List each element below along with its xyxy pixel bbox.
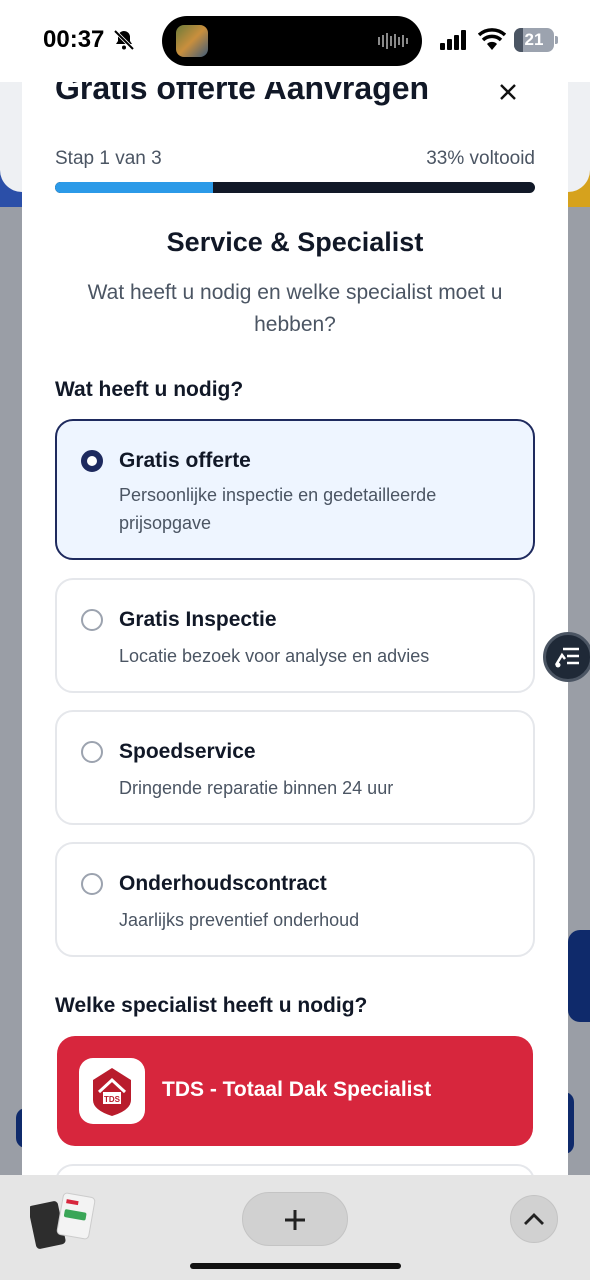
reader-list-icon (554, 647, 579, 668)
option-gratis-inspectie[interactable]: Gratis Inspectie Locatie bezoek voor ana… (55, 578, 535, 693)
tab-overview-icon[interactable] (28, 1191, 100, 1251)
chevron-up-icon (524, 1213, 544, 1225)
radio-button-selected[interactable] (81, 450, 103, 472)
now-playing-artwork (176, 25, 208, 57)
status-time: 00:37 (43, 26, 105, 53)
radio-button[interactable] (81, 609, 103, 631)
new-tab-button[interactable] (242, 1192, 348, 1246)
modal-title: Gratis offerte Aanvragen (55, 82, 430, 106)
svg-text:TDS: TDS (104, 1095, 121, 1104)
option-description: Jaarlijks preventief onderhoud (119, 910, 360, 930)
section-title: Service & Specialist (166, 227, 424, 257)
radio-button[interactable] (81, 873, 103, 895)
battery-icon: 21 (514, 28, 558, 52)
radio-button[interactable] (81, 741, 103, 763)
service-question-label: Wat heeft u nodig? (55, 378, 244, 401)
specialist-option-next[interactable] (55, 1164, 535, 1175)
progress-fill (55, 182, 214, 193)
specialist-question-label: Welke specialist heeft u nodig? (55, 994, 368, 1017)
tds-logo: TDS (79, 1058, 145, 1124)
background-card-right (568, 82, 590, 207)
quote-request-modal: Gratis offerte Aanvragen Stap 1 van 3 33… (22, 82, 568, 1175)
audio-wave-icon (378, 33, 408, 49)
bell-slash-icon (113, 29, 135, 51)
option-onderhoudscontract[interactable]: Onderhoudscontract Jaarlijks preventief … (55, 842, 535, 957)
dynamic-island[interactable] (162, 16, 422, 66)
browser-bottom-bar (0, 1175, 590, 1280)
option-title: Gratis Inspectie (119, 608, 277, 631)
background-side-button (568, 930, 590, 1022)
reader-mode-button[interactable] (543, 632, 590, 682)
option-description: Dringende reparatie binnen 24 uur (119, 778, 394, 798)
scroll-up-button[interactable] (510, 1195, 558, 1243)
battery-level: 21 (524, 30, 544, 49)
background-card-left (0, 82, 22, 207)
section-subtitle: Wat heeft u nodig en welke specialist mo… (87, 281, 503, 336)
close-button[interactable] (492, 82, 524, 108)
option-title: Spoedservice (119, 740, 256, 763)
wifi-icon (478, 28, 506, 50)
signal-icon (440, 30, 466, 50)
option-spoedservice[interactable]: Spoedservice Dringende reparatie binnen … (55, 710, 535, 825)
plus-icon (285, 1210, 305, 1230)
status-bar: 00:37 21 (0, 0, 590, 82)
option-gratis-offerte[interactable]: Gratis offerte Persoonlijke inspectie en… (55, 419, 535, 560)
option-description: Locatie bezoek voor analyse en advies (119, 646, 430, 666)
progress-percent: 33% voltooid (426, 148, 535, 169)
specialist-name: TDS - Totaal Dak Specialist (162, 1078, 432, 1101)
step-indicator: Stap 1 van 3 (55, 148, 162, 169)
option-title: Onderhoudscontract (119, 872, 327, 895)
option-description: Persoonlijke inspectie en gedetailleerde… (119, 485, 437, 533)
specialist-option-tds[interactable]: TDS TDS - Totaal Dak Specialist (57, 1036, 533, 1146)
close-icon (500, 84, 516, 100)
option-title: Gratis offerte (119, 449, 251, 472)
progress-bar (55, 182, 535, 193)
home-indicator (190, 1263, 401, 1269)
